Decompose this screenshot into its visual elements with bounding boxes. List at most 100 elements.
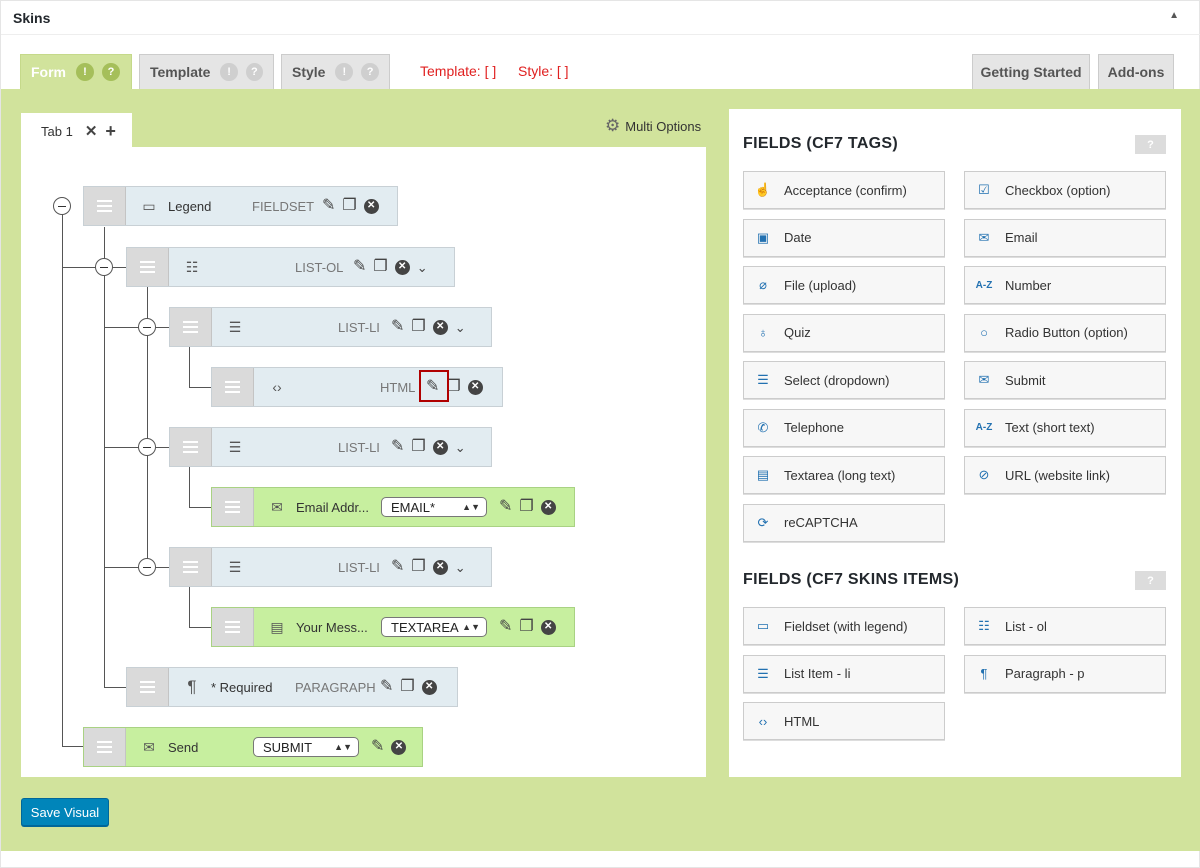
collapse-toggle[interactable] [95, 258, 113, 276]
save-visual-button[interactable]: Save Visual [21, 798, 109, 826]
copy-icon[interactable]: ❐ [519, 499, 533, 515]
collapse-toggle[interactable] [53, 197, 71, 215]
field-button-list-item-li[interactable]: ☰ List Item - li [743, 654, 945, 693]
drag-handle-icon[interactable] [212, 608, 254, 646]
help-icon[interactable]: ? [361, 63, 379, 81]
tab-1[interactable]: Tab 1 ✕ + [21, 113, 132, 149]
field-button-fieldset-with-legend[interactable]: ▭ Fieldset (with legend) [743, 607, 945, 645]
tree-item-list-li[interactable]: ☰ LIST-LI ✎ ❐ ✕ ⌄ [169, 427, 492, 467]
edit-icon[interactable]: ✎ [499, 499, 512, 515]
field-button-telephone[interactable]: ✆ Telephone [743, 408, 945, 447]
edit-icon[interactable]: ✎ [391, 319, 404, 335]
field-type-select[interactable]: TEXTAREA ▲▼ [381, 617, 487, 637]
drag-handle-icon[interactable] [127, 668, 169, 706]
tab-getting-started[interactable]: Getting Started [972, 54, 1090, 89]
warning-icon[interactable]: ! [335, 63, 354, 81]
help-icon[interactable]: ? [245, 63, 263, 81]
delete-icon[interactable]: ✕ [432, 439, 448, 455]
chevron-down-icon[interactable]: ⌄ [455, 321, 466, 334]
edit-icon[interactable]: ✎ [322, 198, 335, 214]
tree-item-html[interactable]: ‹› HTML ✎ ❐ ✕ [211, 367, 503, 407]
field-button-file-upload[interactable]: ⌀ File (upload) [743, 266, 945, 304]
field-button-checkbox-option[interactable]: ☑ Checkbox (option) [964, 171, 1166, 209]
tree-item-list-li[interactable]: ☰ LIST-LI ✎ ❐ ✕ ⌄ [169, 307, 492, 347]
add-tab-icon[interactable]: + [105, 121, 116, 142]
collapse-toggle[interactable] [138, 558, 156, 576]
edit-icon[interactable]: ✎ [353, 259, 366, 275]
copy-icon[interactable]: ❐ [342, 198, 356, 214]
drag-handle-icon[interactable] [84, 728, 126, 766]
delete-icon[interactable]: ✕ [540, 619, 556, 635]
copy-icon[interactable]: ❐ [411, 439, 425, 455]
field-button-radio-button-option[interactable]: ○ Radio Button (option) [964, 313, 1166, 352]
edit-icon[interactable]: ✎ [391, 559, 404, 575]
delete-icon[interactable]: ✕ [394, 259, 410, 275]
tab-addons[interactable]: Add-ons [1098, 54, 1174, 89]
field-type-select[interactable]: EMAIL* ▲▼ [381, 497, 487, 517]
chevron-down-icon[interactable]: ⌄ [455, 561, 466, 574]
field-button-quiz[interactable]: ♁ Quiz [743, 313, 945, 352]
edit-icon[interactable]: ✎ [371, 739, 384, 755]
tree-item-fieldset[interactable]: ▭ Legend FIELDSET ✎ ❐ ✕ [83, 186, 398, 226]
drag-handle-icon[interactable] [170, 428, 212, 466]
delete-icon[interactable]: ✕ [432, 559, 448, 575]
field-button-paragraph-p[interactable]: ¶ Paragraph - p [964, 654, 1166, 693]
help-icon[interactable]: ? [102, 63, 120, 81]
tree-item-submit[interactable]: ✉ Send SUBMIT ▲▼ ✎ ✕ [83, 727, 423, 767]
warning-icon[interactable]: ! [76, 63, 94, 81]
field-button-label: List Item - li [784, 666, 851, 681]
drag-handle-icon[interactable] [212, 488, 254, 526]
help-button[interactable]: ? [1135, 571, 1166, 590]
edit-icon[interactable]: ✎ [380, 679, 393, 695]
edit-icon[interactable]: ✎ [391, 439, 404, 455]
chevron-down-icon[interactable]: ⌄ [455, 441, 466, 454]
panel-header[interactable]: Skins ▲ [1, 1, 1200, 35]
field-button-text-short-text[interactable]: A-Z Text (short text) [964, 408, 1166, 447]
warning-icon[interactable]: ! [220, 63, 238, 81]
tree-item-textarea[interactable]: ▤ Your Mess... TEXTAREA ▲▼ ✎ ❐ ✕ [211, 607, 575, 647]
copy-icon[interactable]: ❐ [411, 559, 425, 575]
copy-icon[interactable]: ❐ [411, 319, 425, 335]
field-button-recaptcha[interactable]: ⟳ reCAPTCHA [743, 503, 945, 542]
close-icon[interactable]: ✕ [85, 122, 98, 140]
field-button-list-ol[interactable]: ☷ List - ol [964, 607, 1166, 645]
copy-icon[interactable]: ❐ [373, 259, 387, 275]
field-button-textarea-long-text[interactable]: ▤ Textarea (long text) [743, 456, 945, 494]
multi-options-button[interactable]: ⚙ Multi Options [605, 116, 701, 136]
drag-handle-icon[interactable] [170, 548, 212, 586]
collapse-toggle[interactable] [138, 438, 156, 456]
drag-handle-icon[interactable] [84, 187, 126, 225]
delete-icon[interactable]: ✕ [540, 499, 556, 515]
field-button-number[interactable]: A-Z Number [964, 266, 1166, 304]
tree-item-email[interactable]: ✉ Email Addr... EMAIL* ▲▼ ✎ ❐ ✕ [211, 487, 575, 527]
edit-icon[interactable]: ✎ [499, 619, 512, 635]
field-button-html[interactable]: ‹› HTML [743, 702, 945, 740]
field-button-submit[interactable]: ✉ Submit [964, 361, 1166, 399]
field-button-url-website-link[interactable]: ⊘ URL (website link) [964, 456, 1166, 494]
field-button-email[interactable]: ✉ Email [964, 218, 1166, 257]
tab-form[interactable]: Form ! ? [20, 54, 132, 89]
field-button-acceptance-confirm[interactable]: ☝ Acceptance (confirm) [743, 171, 945, 209]
chevron-down-icon[interactable]: ⌄ [417, 261, 428, 274]
tree-item-list-li[interactable]: ☰ LIST-LI ✎ ❐ ✕ ⌄ [169, 547, 492, 587]
tree-item-list-ol[interactable]: ☷ LIST-OL ✎ ❐ ✕ ⌄ [126, 247, 455, 287]
drag-handle-icon[interactable] [127, 248, 169, 286]
tree-item-paragraph[interactable]: ¶ * Required PARAGRAPH ✎ ❐ ✕ [126, 667, 458, 707]
help-button[interactable]: ? [1135, 135, 1166, 154]
drag-handle-icon[interactable] [212, 368, 254, 406]
copy-icon[interactable]: ❐ [519, 619, 533, 635]
field-button-date[interactable]: ▣ Date [743, 218, 945, 257]
triangle-up-icon[interactable]: ▲ [1169, 10, 1179, 21]
delete-icon[interactable]: ✕ [432, 319, 448, 335]
tab-template[interactable]: Template ! ? [139, 54, 274, 89]
delete-icon[interactable]: ✕ [391, 739, 407, 755]
tab-style[interactable]: Style ! ? [281, 54, 390, 89]
field-button-select-dropdown[interactable]: ☰ Select (dropdown) [743, 361, 945, 399]
drag-handle-icon[interactable] [170, 308, 212, 346]
delete-icon[interactable]: ✕ [421, 679, 437, 695]
copy-icon[interactable]: ❐ [400, 679, 414, 695]
delete-icon[interactable]: ✕ [467, 379, 483, 395]
collapse-toggle[interactable] [138, 318, 156, 336]
delete-icon[interactable]: ✕ [363, 198, 379, 214]
field-type-select[interactable]: SUBMIT ▲▼ [253, 737, 359, 757]
